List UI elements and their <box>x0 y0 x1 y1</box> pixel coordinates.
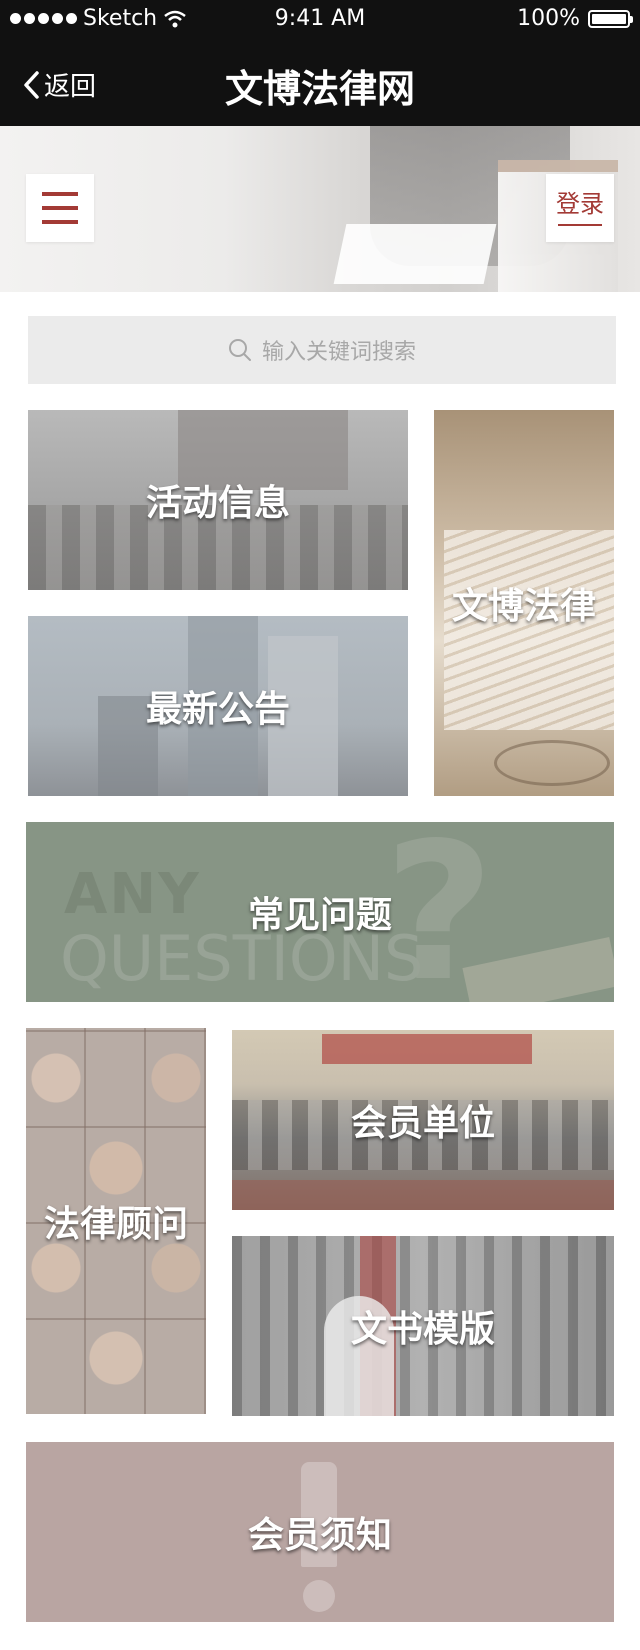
tile-document-templates[interactable]: 文书模版 <box>232 1236 614 1416</box>
tile-member-units[interactable]: 会员单位 <box>232 1030 614 1210</box>
tile-label: 最新公告 <box>145 689 290 730</box>
faq-background-text: ANY <box>64 862 201 927</box>
tile-label: 活动信息 <box>145 483 290 524</box>
tile-label: 会员单位 <box>350 1103 495 1144</box>
search-icon <box>228 339 251 361</box>
tile-member-guide[interactable]: 会员须知 <box>26 1442 614 1622</box>
tile-faq[interactable]: ANY QUESTIONS ? 常见问题 <box>26 822 614 1002</box>
page-title: 文博法律网 <box>224 67 415 111</box>
search-placeholder: 输入关键词搜索 <box>261 340 416 365</box>
tile-label: 常见问题 <box>247 895 392 936</box>
tables-image <box>232 1180 614 1210</box>
hero-image-paper <box>333 224 497 284</box>
exclamation-dot-icon <box>303 1580 335 1612</box>
tile-label: 法律顾问 <box>43 1204 188 1245</box>
book-pages-image <box>444 530 614 730</box>
menu-button[interactable] <box>26 174 94 242</box>
tile-legal-advisor[interactable]: 法律顾问 <box>26 1028 206 1414</box>
tile-activity-info[interactable]: 活动信息 <box>28 410 408 590</box>
banner-image <box>322 1034 532 1064</box>
glasses-image <box>494 740 610 786</box>
battery-icon <box>588 9 633 28</box>
tile-label: 会员须知 <box>247 1515 392 1556</box>
tile-label: 文书模版 <box>350 1309 495 1350</box>
tile-latest-notice[interactable]: 最新公告 <box>28 616 408 796</box>
tile-wenbo-law[interactable]: 文博法律 <box>434 410 614 796</box>
status-right: 100% <box>517 6 633 31</box>
search-input[interactable]: 输入关键词搜索 <box>28 316 616 384</box>
navigation-bar: 返回 文博法律网 <box>0 40 640 126</box>
battery-percent: 100% <box>517 6 580 31</box>
login-button[interactable]: 登录 <box>546 174 614 242</box>
hero-banner: 登录 <box>0 126 640 292</box>
tile-label: 文博法律 <box>451 586 596 627</box>
status-bar: Sketch 9:41 AM 100% <box>0 0 640 40</box>
